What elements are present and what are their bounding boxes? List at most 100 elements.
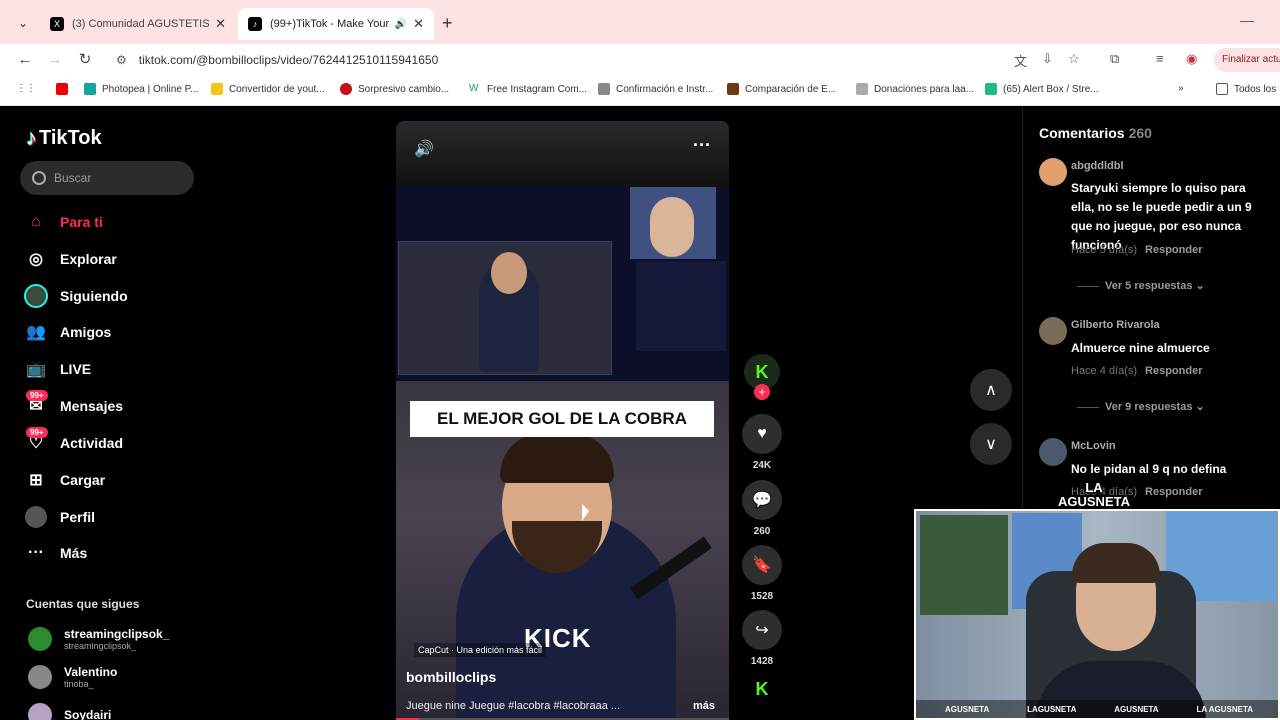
comment-user[interactable]: Gilberto Rivarola (1071, 319, 1160, 331)
bookmark-item[interactable]: Confirmación e Instr... (598, 83, 713, 95)
view-replies-button[interactable]: Ver 9 respuestas ⌄ (1077, 400, 1205, 413)
avatar[interactable] (1039, 438, 1067, 466)
tiktok-icon: ♪ (248, 17, 262, 31)
save-count: 1528 (750, 591, 774, 602)
nav-siguiendo[interactable]: Siguiendo (24, 282, 128, 310)
chevron-up-icon: ∧ (985, 382, 997, 399)
bookmarks-bar: ⋮⋮ Photopea | Online P... Convertidor de… (0, 76, 1280, 106)
bookmark-item[interactable]: Convertidor de yout... (211, 83, 325, 95)
tab-agustetismo[interactable]: X (3) Comunidad AGUSTETISMO ✕ (40, 8, 236, 40)
following-account[interactable]: Valentino tinoba_ (28, 665, 117, 689)
capcut-tag[interactable]: CapCut · Una edición más fácil (414, 643, 547, 657)
previous-video-button[interactable]: ∧ (970, 369, 1012, 411)
comments-title: Comentarios 260 (1039, 125, 1152, 141)
nav-explorar[interactable]: ◎ Explorar (24, 245, 117, 273)
streamer-cam-image (630, 187, 716, 259)
nav-mensajes[interactable]: ✉ 99+ Mensajes (24, 390, 123, 420)
nav-mas[interactable]: ··· Más (24, 539, 87, 567)
address-bar[interactable]: ⚙ tiktok.com/@bombilloclips/video/762441… (106, 47, 1106, 73)
browser-toolbar: ← → ↻ ⚙ tiktok.com/@bombilloclips/video/… (0, 44, 1280, 76)
nav-actividad[interactable]: ♡ 99+ Actividad (24, 427, 123, 457)
comment-user[interactable]: abgddldbl (1071, 160, 1124, 172)
reply-button[interactable]: Responder (1145, 486, 1202, 498)
x-icon: X (50, 17, 64, 31)
share-count: 1428 (750, 656, 774, 667)
view-replies-button[interactable]: Ver 5 respuestas ⌄ (1077, 279, 1205, 292)
avatar (28, 703, 52, 720)
new-tab-button[interactable]: + (442, 13, 453, 34)
translate-icon[interactable]: 文 (1014, 51, 1027, 70)
avatar (28, 627, 52, 651)
extensions-icon[interactable]: ⧉ (1110, 51, 1119, 67)
comment-user[interactable]: McLovin (1071, 440, 1116, 452)
nav-para-ti[interactable]: ⌂ Para ti (24, 208, 103, 236)
media-icon[interactable]: ≡ (1156, 51, 1164, 66)
share-button[interactable]: ↪ 1428 (741, 610, 783, 667)
next-video-button[interactable]: ∨ (970, 423, 1012, 465)
video-topbar (396, 121, 729, 187)
reply-button[interactable]: Responder (1145, 244, 1202, 256)
following-account[interactable]: streamingclipsok_ streamingclipsok_ (28, 627, 169, 651)
comment-meta: Hace 4 día(s) Responder (1071, 365, 1203, 377)
comment-text: Almuerce nine almuerce (1071, 341, 1210, 355)
search-input[interactable]: Buscar (20, 161, 194, 195)
back-button[interactable]: ← (15, 50, 35, 70)
site-info-icon[interactable]: ⚙ (116, 53, 127, 67)
follow-plus-button[interactable]: + (754, 384, 770, 400)
avatar[interactable] (1039, 317, 1067, 345)
share-icon: ↪ (742, 610, 782, 650)
bookmark-item[interactable]: Sorpresivo cambio... (340, 83, 449, 95)
save-button[interactable]: 🔖 1528 (741, 545, 783, 602)
poster-image (920, 515, 1008, 615)
video-player[interactable]: 🔊 ··· EL MEJOR GOL DE LA COBRA KICK CapC… (396, 121, 729, 720)
tab-search-icon[interactable]: ⌄ (14, 14, 32, 32)
volume-icon[interactable]: 🔊 (414, 139, 434, 159)
apps-icon[interactable]: ⋮⋮ (16, 83, 36, 94)
live-icon: 📺 (26, 361, 46, 378)
nav-amigos[interactable]: 👥 Amigos (24, 318, 111, 346)
profile-icon[interactable]: ◉ (1186, 51, 1197, 67)
youtube-bookmark[interactable] (56, 83, 74, 95)
nav-cargar[interactable]: ⊞ Cargar (24, 466, 105, 494)
video-author[interactable]: bombilloclips (406, 669, 496, 685)
person-hair (500, 433, 614, 483)
comment-icon: 💬 (742, 480, 782, 520)
bookmark-item[interactable]: Comparación de E... (727, 83, 836, 95)
bookmark-item[interactable]: Photopea | Online P... (84, 83, 198, 95)
all-bookmarks-folder[interactable]: Todos los (1216, 83, 1276, 95)
minimize-icon[interactable]: — (1240, 12, 1254, 28)
install-icon[interactable]: ⇩ (1042, 51, 1053, 67)
browser-tabbar: ⌄ X (3) Comunidad AGUSTETISMO ✕ ♪ (99+)T… (0, 0, 1280, 44)
bookmark-star-icon[interactable]: ☆ (1068, 51, 1080, 67)
comment-count: 260 (753, 526, 771, 537)
bookmark-item[interactable]: (65) Alert Box / Stre... (985, 83, 1099, 95)
speaker-icon[interactable]: 🔊 (395, 19, 407, 30)
nav-perfil[interactable]: Perfil (24, 503, 95, 531)
following-account[interactable]: Soydairi (28, 703, 111, 720)
music-disc-icon[interactable]: K (744, 679, 780, 707)
bookmarks-overflow-icon[interactable]: » (1178, 83, 1184, 94)
finalizar-update-button[interactable]: Finalizar actu (1214, 48, 1280, 72)
streamer-hair (1072, 543, 1160, 583)
avatar[interactable] (1039, 158, 1067, 186)
following-heading: Cuentas que sigues (26, 597, 140, 611)
reload-button[interactable]: ↻ (75, 50, 95, 70)
search-placeholder: Buscar (54, 171, 92, 185)
reply-button[interactable]: Responder (1145, 365, 1202, 377)
mouse-cursor-icon (582, 504, 589, 521)
nav-live[interactable]: 📺 LIVE (24, 355, 91, 383)
video-caption-banner: EL MEJOR GOL DE LA COBRA (410, 401, 714, 437)
more-icon: ··· (28, 544, 44, 561)
bookmark-item[interactable]: W Free Instagram Com... (469, 83, 587, 95)
bookmark-item[interactable]: Donaciones para laa... (856, 83, 974, 95)
forward-button[interactable]: → (45, 50, 65, 70)
comment-button[interactable]: 💬 260 (741, 480, 783, 537)
close-tab-icon[interactable]: ✕ (215, 16, 226, 32)
home-icon: ⌂ (31, 213, 41, 230)
like-button[interactable]: ♥ 24K (741, 414, 783, 471)
more-options-icon[interactable]: ··· (693, 135, 711, 156)
tiktok-logo[interactable]: ♪ TikTok (26, 125, 102, 151)
see-more-link[interactable]: más (693, 700, 715, 712)
close-tab-icon[interactable]: ✕ (413, 16, 424, 32)
tab-tiktok[interactable]: ♪ (99+)TikTok - Make Your Da 🔊 ✕ (238, 8, 434, 40)
